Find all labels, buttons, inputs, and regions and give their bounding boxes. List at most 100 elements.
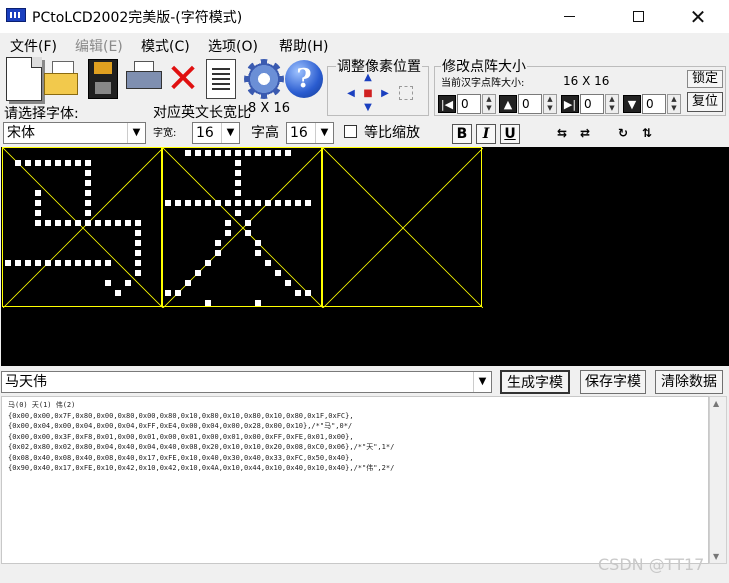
pixel-dot[interactable] (195, 270, 201, 276)
scroll-down-icon[interactable]: ▼ (713, 552, 719, 561)
italic-button[interactable]: I (476, 124, 496, 144)
pixel-dot[interactable] (255, 250, 261, 256)
pixel-dot[interactable] (115, 290, 121, 296)
generate-font-button[interactable]: 生成字模 (500, 370, 570, 394)
shift-right-icon[interactable]: ▶ (377, 88, 393, 100)
pixel-dot[interactable] (15, 260, 21, 266)
pixel-dot[interactable] (245, 230, 251, 236)
maximize-button[interactable] (615, 0, 661, 33)
output-textarea[interactable]: 马(0) 天(1) 伟(2) {0x00,0x00,0x7F,0x80,0x00… (1, 396, 709, 564)
pixel-dot[interactable] (185, 200, 191, 206)
settings-gear-icon[interactable] (244, 59, 284, 99)
pixel-dot[interactable] (185, 280, 191, 286)
rotate-icon[interactable]: ↻ (612, 123, 634, 143)
selection-box-icon[interactable] (399, 86, 413, 100)
pixel-dot[interactable] (85, 190, 91, 196)
pixel-dot[interactable] (265, 150, 271, 156)
menu-edit[interactable]: 编辑(E) (75, 36, 123, 56)
scroll-up-icon[interactable]: ▲ (713, 399, 719, 408)
mirror-icon[interactable]: ⇄ (574, 123, 596, 143)
pixel-dot[interactable] (245, 220, 251, 226)
spin-right-stepper[interactable]: ▲ ▼ (605, 94, 619, 114)
pixel-dot[interactable] (225, 220, 231, 226)
pixel-dot[interactable] (235, 170, 241, 176)
pixel-dot[interactable] (165, 290, 171, 296)
pixel-dot[interactable] (265, 260, 271, 266)
pixel-dot[interactable] (225, 230, 231, 236)
pixel-dot[interactable] (295, 200, 301, 206)
pixel-dot[interactable] (255, 150, 261, 156)
pixel-dot[interactable] (245, 200, 251, 206)
pixel-dot[interactable] (235, 190, 241, 196)
spin-left-stepper[interactable]: ▲ ▼ (482, 94, 496, 114)
pixel-dot[interactable] (215, 240, 221, 246)
pixel-dot[interactable] (55, 160, 61, 166)
pixel-dot[interactable] (15, 160, 21, 166)
pixel-dot[interactable] (165, 200, 171, 206)
pixel-dot[interactable] (85, 260, 91, 266)
pixel-dot[interactable] (205, 150, 211, 156)
pixel-dot[interactable] (105, 220, 111, 226)
pixel-dot[interactable] (275, 270, 281, 276)
pixel-dot[interactable] (75, 160, 81, 166)
pixel-dot[interactable] (35, 260, 41, 266)
pixel-dot[interactable] (25, 160, 31, 166)
pixel-dot[interactable] (85, 180, 91, 186)
menu-help[interactable]: 帮助(H) (279, 36, 328, 56)
pixel-dot[interactable] (45, 160, 51, 166)
pixel-dot[interactable] (235, 150, 241, 156)
vertical-scrollbar[interactable]: ▲ ▼ (709, 396, 727, 564)
pixel-dot[interactable] (225, 150, 231, 156)
print-icon[interactable] (124, 61, 164, 97)
pixel-dot[interactable] (65, 260, 71, 266)
pixel-dot[interactable] (195, 200, 201, 206)
pixel-dot[interactable] (175, 290, 181, 296)
glyph-cell[interactable] (2, 147, 163, 308)
spin-right-input[interactable]: 0 (580, 94, 604, 114)
pixel-dot[interactable] (275, 150, 281, 156)
pixel-dot[interactable] (195, 150, 201, 156)
pixel-dot[interactable] (35, 200, 41, 206)
minimize-button[interactable] (546, 0, 592, 33)
pixel-dot[interactable] (65, 220, 71, 226)
proportional-scale-checkbox[interactable] (344, 125, 357, 138)
open-folder-icon[interactable] (42, 59, 84, 99)
pixel-dot[interactable] (175, 200, 181, 206)
spin-bottom-stepper[interactable]: ▲ ▼ (667, 94, 681, 114)
pixel-dot[interactable] (35, 220, 41, 226)
pixel-dot[interactable] (25, 260, 31, 266)
pixel-dot[interactable] (205, 260, 211, 266)
pixel-dot[interactable] (65, 160, 71, 166)
pixel-dot[interactable] (125, 220, 131, 226)
pixel-dot[interactable] (285, 150, 291, 156)
pixel-dot[interactable] (255, 240, 261, 246)
restore-button[interactable]: 复位 (687, 92, 723, 112)
flip-horizontal-icon[interactable]: ⇆ (551, 123, 573, 143)
pixel-dot[interactable] (235, 200, 241, 206)
pixel-dot[interactable] (245, 150, 251, 156)
dot-matrix-canvas[interactable] (1, 147, 729, 366)
pixel-dot[interactable] (255, 200, 261, 206)
pixel-dot[interactable] (215, 250, 221, 256)
underline-button[interactable]: U (500, 124, 520, 144)
close-button[interactable]: ✕ (675, 0, 721, 33)
font-select[interactable]: 宋体 ▼ (3, 122, 146, 144)
pixel-dot[interactable] (135, 240, 141, 246)
glyph-cell[interactable] (322, 147, 483, 308)
menu-mode[interactable]: 模式(C) (141, 36, 190, 56)
pixel-dot[interactable] (185, 150, 191, 156)
input-text-field[interactable]: 马天伟 ▼ (1, 371, 492, 393)
save-disk-icon[interactable] (88, 59, 118, 99)
pixel-dot[interactable] (205, 200, 211, 206)
pixel-dot[interactable] (295, 290, 301, 296)
spin-bottom-input[interactable]: 0 (642, 94, 666, 114)
pixel-dot[interactable] (275, 200, 281, 206)
pixel-dot[interactable] (135, 250, 141, 256)
bold-button[interactable]: B (452, 124, 472, 144)
pixel-dot[interactable] (85, 160, 91, 166)
pixel-dot[interactable] (215, 150, 221, 156)
pixel-dot[interactable] (45, 220, 51, 226)
pixel-dot[interactable] (105, 260, 111, 266)
pixel-dot[interactable] (85, 210, 91, 216)
pixel-dot[interactable] (95, 260, 101, 266)
